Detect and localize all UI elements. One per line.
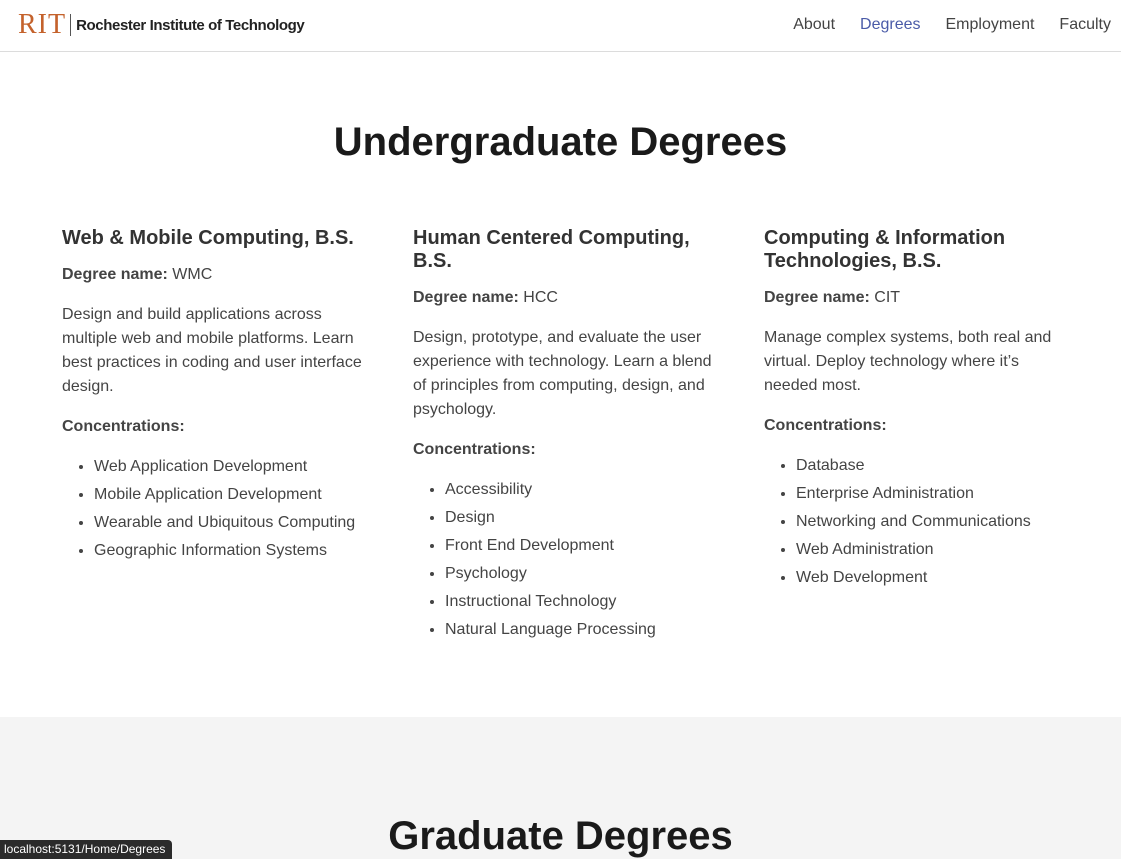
list-item: Accessibility	[445, 478, 713, 502]
degree-description: Manage complex systems, both real and vi…	[764, 329, 1052, 394]
rit-logo[interactable]: RIT Rochester Institute of Technology	[18, 9, 305, 40]
nav-link-employment[interactable]: Employment	[946, 16, 1035, 34]
list-item: Mobile Application Development	[94, 483, 362, 507]
list-item: Geographic Information Systems	[94, 539, 362, 563]
degree-card-hcc: Human Centered Computing, B.S. Degree na…	[413, 227, 713, 646]
degree-name-row: Degree name: HCC	[413, 286, 713, 310]
concentrations-list: Web Application Development Mobile Appli…	[62, 455, 362, 563]
undergraduate-title: Undergraduate Degrees	[333, 120, 788, 164]
concentrations-label: Concentrations:	[62, 418, 185, 435]
degree-name-label: Degree name:	[413, 289, 519, 306]
nav-link-about[interactable]: About	[793, 16, 835, 34]
list-item: Web Application Development	[94, 455, 362, 479]
list-item: Web Administration	[796, 538, 1064, 562]
list-item: Web Development	[796, 566, 1064, 590]
degree-card-wmc: Web & Mobile Computing, B.S. Degree name…	[62, 227, 362, 567]
list-item: Networking and Communications	[796, 510, 1064, 534]
list-item: Database	[796, 454, 1064, 478]
logo-divider	[70, 14, 72, 36]
list-item: Psychology	[445, 562, 713, 586]
degree-title: Human Centered Computing, B.S.	[413, 227, 690, 272]
degree-name-value: CIT	[874, 289, 901, 306]
concentrations-list: Database Enterprise Administration Netwo…	[764, 454, 1064, 590]
concentrations-label: Concentrations:	[413, 441, 536, 458]
degree-name-value: WMC	[172, 266, 213, 283]
degree-card-cit: Computing & Information Technologies, B.…	[764, 227, 1064, 594]
degree-name-label: Degree name:	[764, 289, 870, 306]
list-item: Enterprise Administration	[796, 482, 1064, 506]
degree-name-label: Degree name:	[62, 266, 168, 283]
degree-title: Web & Mobile Computing, B.S.	[62, 227, 354, 249]
degree-title: Computing & Information Technologies, B.…	[764, 227, 1006, 272]
degree-description: Design and build applications across mul…	[62, 306, 362, 395]
logo-mark: RIT	[18, 9, 67, 40]
concentrations-label: Concentrations:	[764, 417, 887, 434]
nav-link-faculty[interactable]: Faculty	[1059, 16, 1111, 34]
degree-name-row: Degree name: CIT	[764, 286, 1064, 310]
list-item: Design	[445, 506, 713, 530]
link-status-bar: localhost:5131/Home/Degrees	[0, 840, 173, 859]
nav-link-degrees[interactable]: Degrees	[860, 16, 920, 34]
list-item: Natural Language Processing	[445, 618, 713, 642]
list-item: Wearable and Ubiquitous Computing	[94, 511, 362, 535]
list-item: Front End Development	[445, 534, 713, 558]
degree-name-value: HCC	[523, 289, 558, 306]
graduate-section: Graduate Degrees	[0, 717, 1121, 859]
list-item: Instructional Technology	[445, 590, 713, 614]
top-navbar: RIT Rochester Institute of Technology Ab…	[0, 0, 1121, 52]
degree-description: Design, prototype, and evaluate the user…	[413, 329, 712, 418]
logo-wordmark: Rochester Institute of Technology	[76, 16, 305, 34]
degree-name-row: Degree name: WMC	[62, 263, 362, 287]
nav-links: About Degrees Employment Faculty	[768, 16, 1111, 34]
concentrations-list: Accessibility Design Front End Developme…	[413, 478, 713, 642]
